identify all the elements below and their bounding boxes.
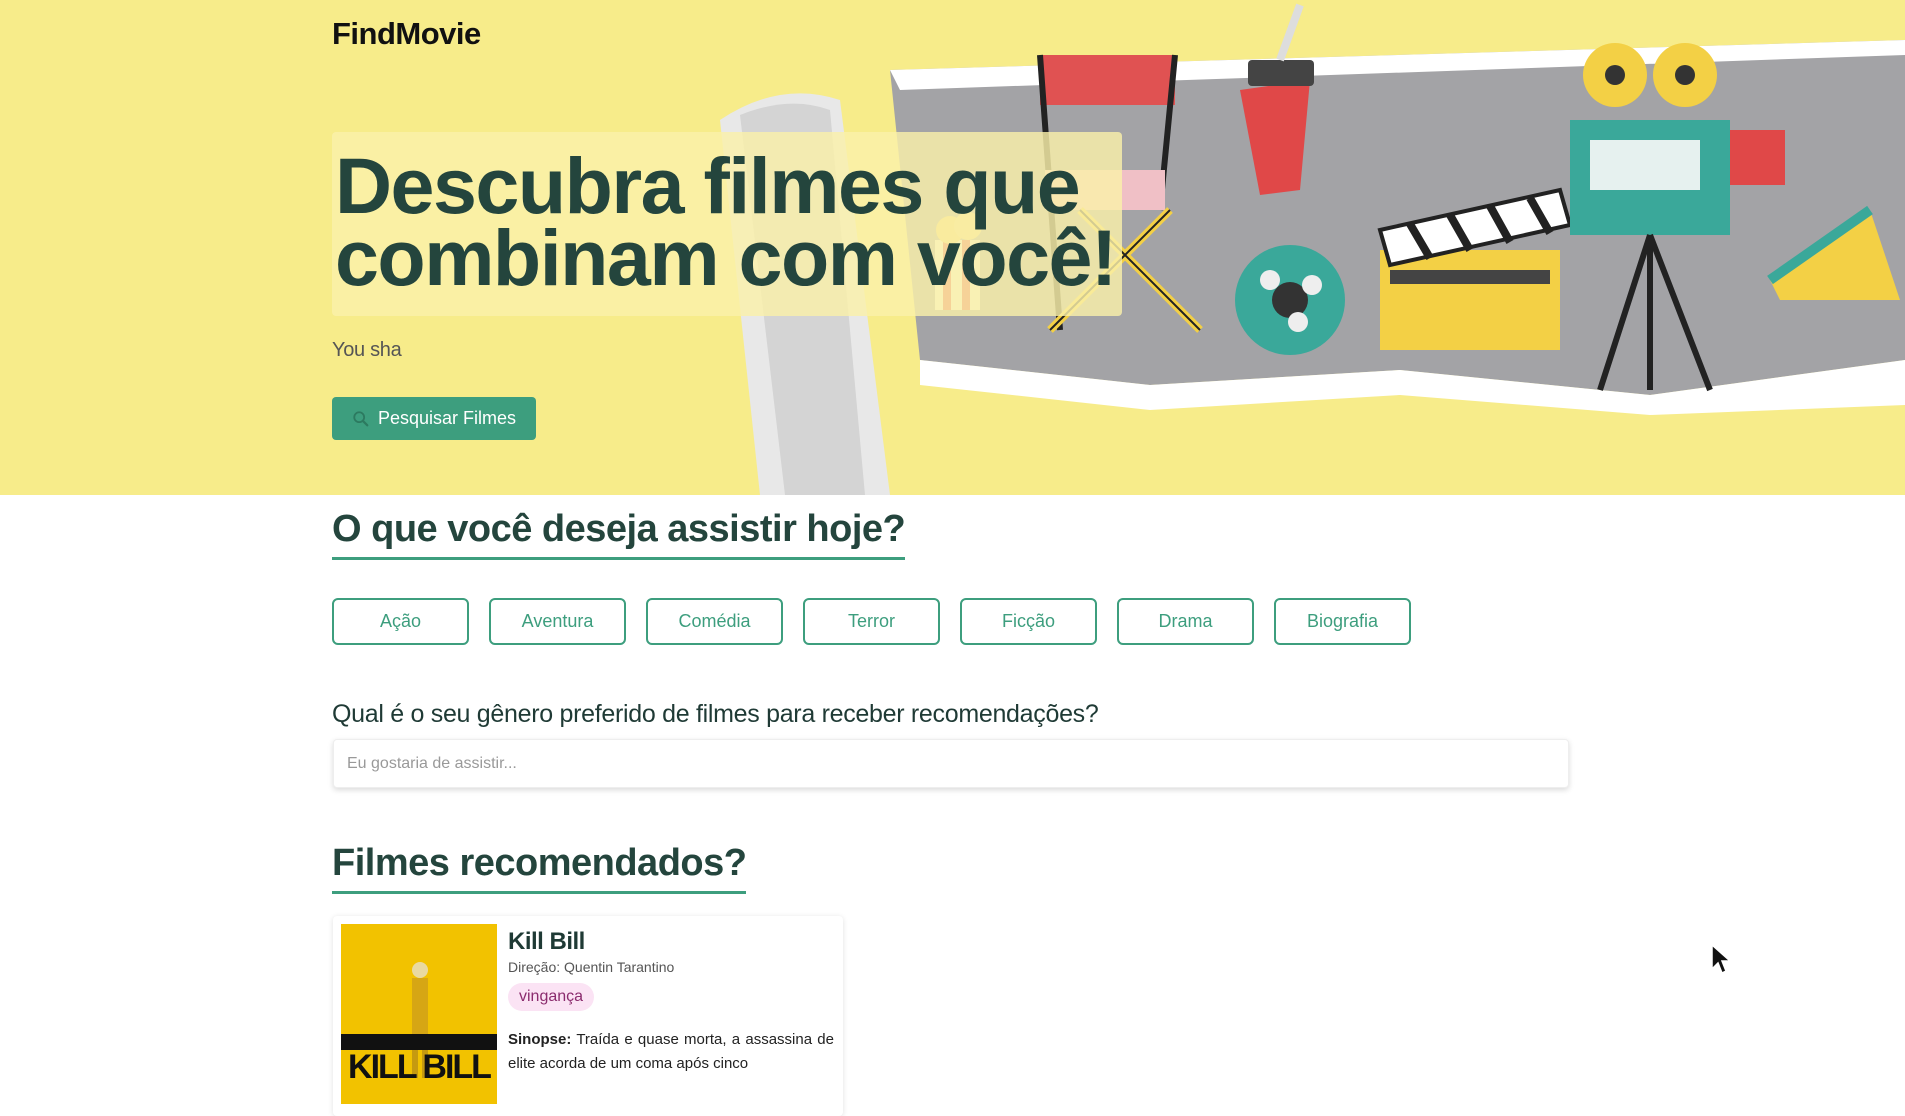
- movie-poster: KILL BILL: [341, 924, 497, 1104]
- movie-card[interactable]: KILL BILL Kill Bill Direção: Quentin Tar…: [333, 916, 843, 1116]
- genre-button-biografia[interactable]: Biografia: [1274, 598, 1411, 645]
- movie-tag: vingança: [508, 983, 595, 1011]
- preference-question: Qual é o seu gênero preferido de filmes …: [332, 700, 1099, 728]
- genre-button-drama[interactable]: Drama: [1117, 598, 1254, 645]
- search-icon: [353, 410, 369, 426]
- poster-title: KILL BILL: [348, 1048, 492, 1086]
- movie-title: Kill Bill: [508, 928, 585, 955]
- genre-buttons: Ação Aventura Comédia Terror Ficção Dram…: [332, 598, 1411, 645]
- movie-director: Direção: Quentin Tarantino: [508, 959, 675, 975]
- genre-button-terror[interactable]: Terror: [803, 598, 940, 645]
- genre-button-ficcao[interactable]: Ficção: [960, 598, 1097, 645]
- genres-section-title: O que você deseja assistir hoje?: [332, 508, 906, 560]
- hero-banner: FindMovie Descubra filmes que combinam c…: [0, 0, 1905, 495]
- brand-logo[interactable]: FindMovie: [332, 16, 481, 52]
- hero-subtitle: You sha: [332, 339, 402, 361]
- search-movies-button[interactable]: Pesquisar Filmes: [332, 397, 536, 440]
- genre-button-acao[interactable]: Ação: [332, 598, 469, 645]
- movie-synopsis: Sinopse: Traída e quase morta, a assassi…: [508, 1028, 834, 1076]
- search-button-label: Pesquisar Filmes: [377, 408, 517, 428]
- hero-headline: Descubra filmes que combinam com você!: [335, 141, 1117, 302]
- synopsis-label: Sinopse:: [508, 1031, 572, 1048]
- genre-button-comedia[interactable]: Comédia: [646, 598, 783, 645]
- mouse-cursor-icon: [1711, 943, 1732, 975]
- genre-button-aventura[interactable]: Aventura: [489, 598, 626, 645]
- preference-input[interactable]: [333, 739, 1569, 788]
- recommended-section-title: Filmes recomendados?: [332, 842, 747, 894]
